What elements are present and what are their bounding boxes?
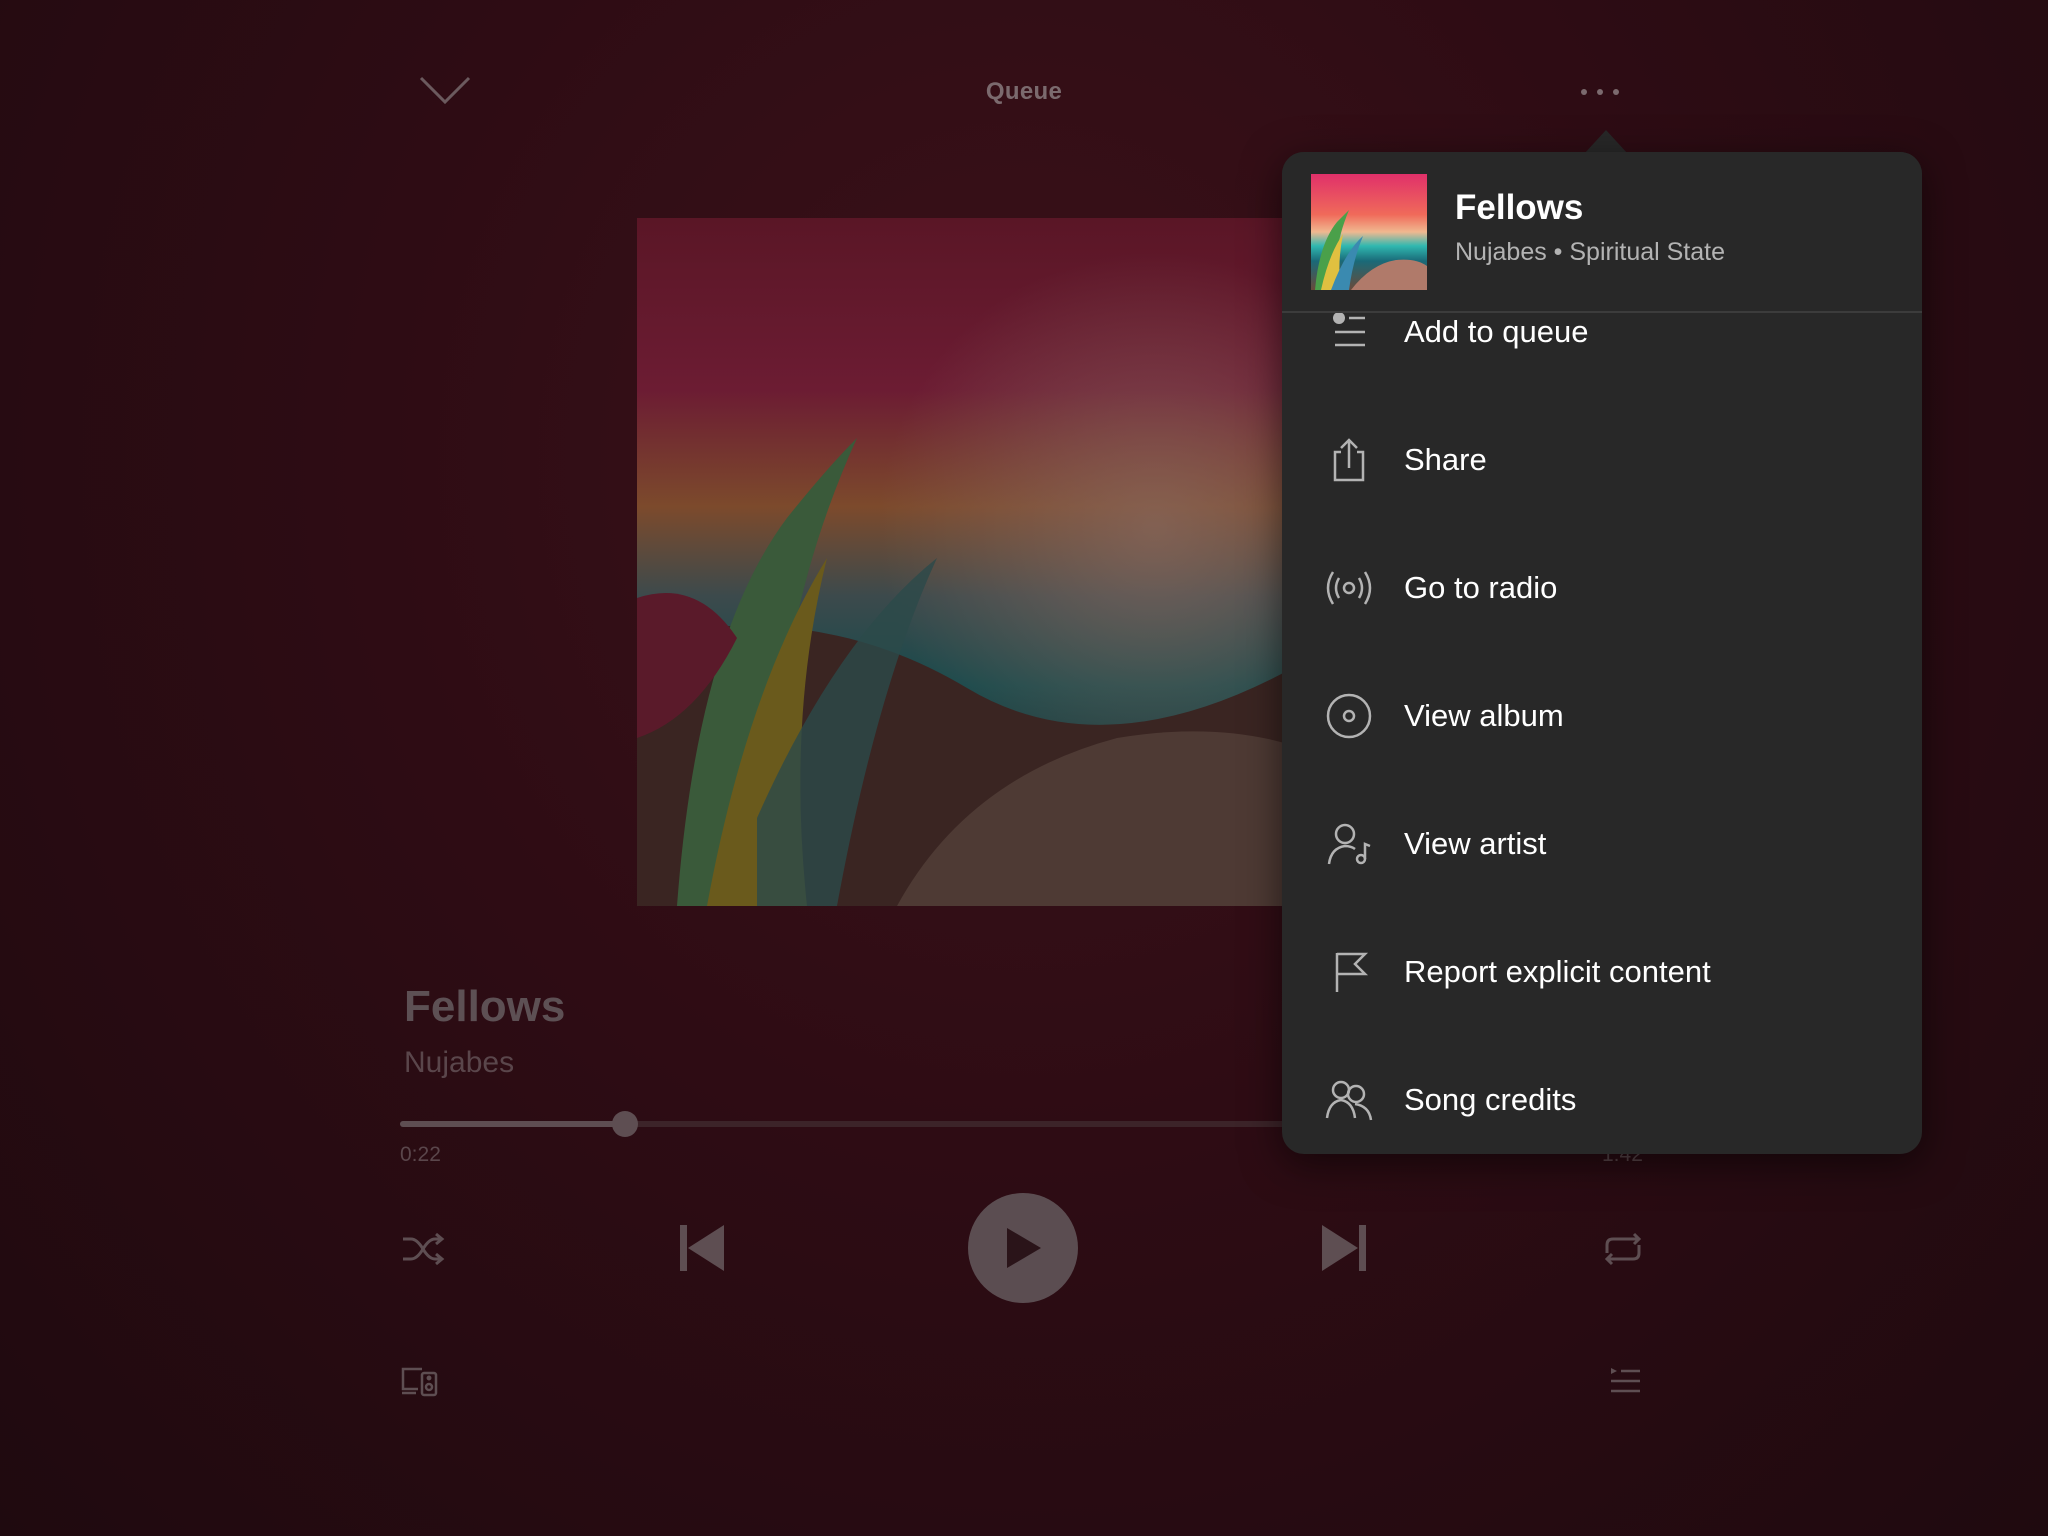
more-options-button[interactable]	[1560, 72, 1640, 112]
previous-button[interactable]	[672, 1218, 732, 1278]
credits-icon	[1325, 1076, 1373, 1124]
popover-header: Fellows Nujabes • Spiritual State	[1282, 152, 1922, 313]
shuffle-icon	[403, 1232, 445, 1266]
track-artist[interactable]: Nujabes	[404, 1046, 514, 1080]
add-to-queue-icon	[1325, 308, 1373, 356]
share-icon	[1325, 436, 1373, 484]
menu-item-label: Share	[1404, 442, 1487, 477]
menu-item-share[interactable]: Share	[1282, 396, 1922, 524]
skip-previous-icon	[680, 1225, 724, 1271]
flag-icon	[1325, 948, 1373, 996]
menu-item-label: Song credits	[1404, 1082, 1577, 1117]
menu-item-label: View artist	[1404, 826, 1547, 861]
skip-next-icon	[1322, 1225, 1366, 1271]
progress-handle[interactable]	[612, 1111, 638, 1137]
menu-item-label: View album	[1404, 698, 1564, 733]
time-elapsed: 0:22	[400, 1143, 441, 1166]
devices-button[interactable]	[398, 1362, 440, 1400]
menu-item-go-to-radio[interactable]: Go to radio	[1282, 524, 1922, 652]
menu-item-label: Go to radio	[1404, 570, 1558, 605]
shuffle-button[interactable]	[398, 1225, 448, 1273]
menu-list: Add to queue Share Go to radio View albu…	[1282, 268, 1922, 1154]
artist-icon	[1325, 820, 1373, 868]
popover-track-title: Fellows	[1455, 188, 1584, 227]
next-button[interactable]	[1314, 1218, 1374, 1278]
menu-item-label: Report explicit content	[1404, 954, 1711, 989]
menu-item-view-album[interactable]: View album	[1282, 652, 1922, 780]
album-art	[637, 218, 1327, 906]
popover-arrow	[1584, 130, 1628, 154]
menu-item-report-explicit[interactable]: Report explicit content	[1282, 908, 1922, 1036]
play-button[interactable]	[968, 1193, 1078, 1303]
repeat-icon	[1604, 1232, 1642, 1266]
popover-album-thumbnail	[1311, 174, 1427, 290]
page-title: Queue	[985, 78, 1063, 105]
queue-icon	[1611, 1368, 1640, 1393]
more-dots-icon	[1581, 89, 1619, 95]
album-icon	[1325, 692, 1373, 740]
progress-fill	[400, 1121, 625, 1127]
devices-icon	[401, 1367, 438, 1397]
play-icon	[1007, 1228, 1041, 1268]
menu-item-view-artist[interactable]: View artist	[1282, 780, 1922, 908]
repeat-button[interactable]	[1596, 1225, 1650, 1273]
track-title: Fellows	[404, 982, 566, 1031]
queue-button[interactable]	[1604, 1362, 1646, 1400]
radio-icon	[1325, 564, 1373, 612]
menu-item-label: Add to queue	[1404, 314, 1589, 349]
menu-item-song-credits[interactable]: Song credits	[1282, 1036, 1922, 1154]
popover-track-subtitle: Nujabes • Spiritual State	[1455, 238, 1726, 266]
track-options-popover: Fellows Nujabes • Spiritual State Add to…	[1282, 152, 1922, 1154]
